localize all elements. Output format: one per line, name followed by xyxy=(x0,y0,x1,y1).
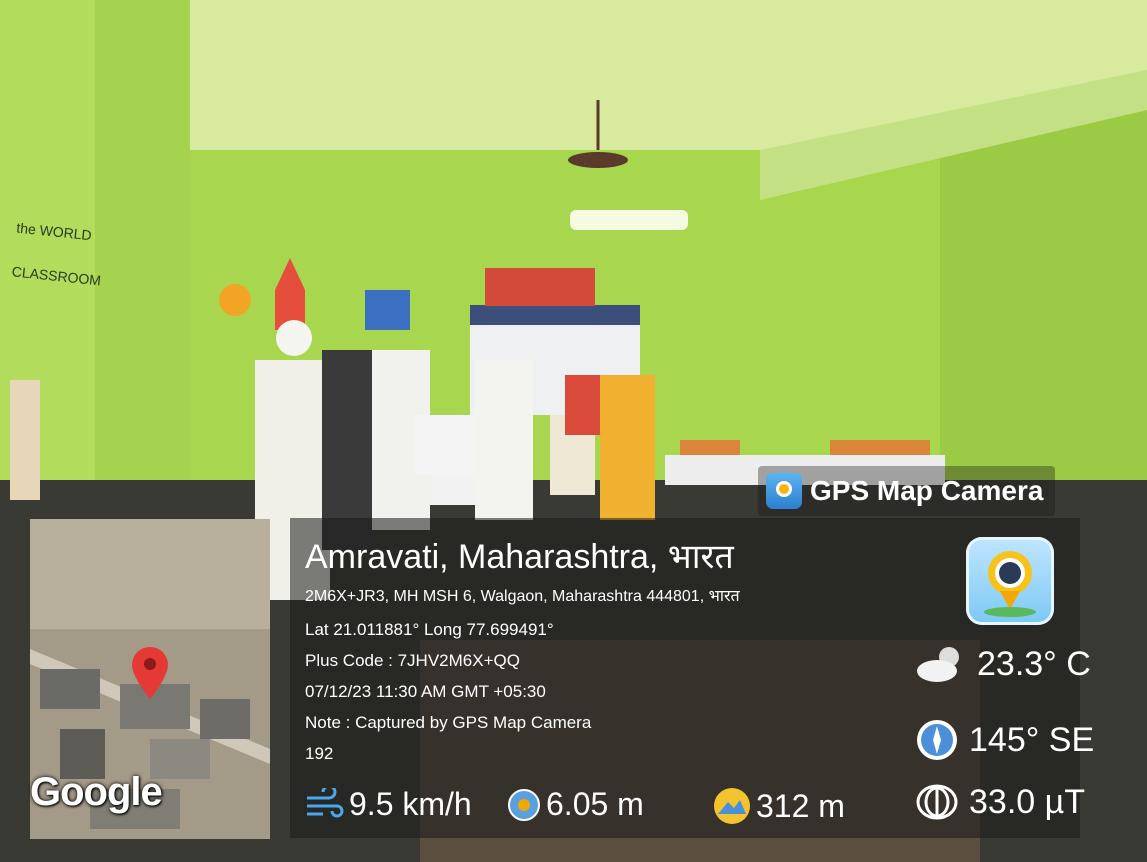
gps-camera-icon xyxy=(766,473,802,509)
target-icon xyxy=(508,788,540,821)
brand-label: GPS Map Camera xyxy=(810,475,1044,506)
compass-value: 145° SE xyxy=(969,720,1095,759)
wind-icon xyxy=(307,787,344,817)
plus-code: Plus Code : 7JHV2M6X+QQ xyxy=(305,651,520,670)
note: Note : Captured by GPS Map Camera xyxy=(305,713,592,732)
cloud-sun-icon xyxy=(917,647,959,682)
temperature-metric: 23.3° C xyxy=(915,643,1091,685)
date-time: 07/12/23 11:30 AM GMT +05:30 xyxy=(305,682,546,701)
wind-value: 9.5 km/h xyxy=(349,786,472,822)
accuracy-metric: 6.05 m xyxy=(506,786,644,823)
location-title: Amravati, Maharashtra, भारत xyxy=(305,538,734,576)
wall-text: the WORLD CLASSROOM xyxy=(10,206,108,303)
altitude-value: 312 m xyxy=(756,787,845,824)
location-address: 2M6X+JR3, MH MSH 6, Walgaon, Maharashtra… xyxy=(305,588,740,605)
compass-metric: 145° SE xyxy=(915,718,1094,762)
accuracy-value: 6.05 m xyxy=(546,786,644,822)
map-provider-label: Google xyxy=(30,770,163,814)
coordinates: Lat 21.011881° Long 77.699491° xyxy=(305,620,554,639)
altitude-icon xyxy=(714,788,750,824)
altitude-metric: 312 m xyxy=(712,786,845,826)
sequence-number: 192 xyxy=(305,744,334,763)
app-brand: GPS Map Camera xyxy=(758,466,1056,516)
compass-icon xyxy=(917,720,957,760)
temperature-value: 23.3° C xyxy=(977,644,1091,683)
gps-map-camera-app-icon xyxy=(966,537,1054,625)
magnetic-value: 33.0 µT xyxy=(969,782,1085,821)
wall-text-line2: CLASSROOM xyxy=(11,263,102,289)
wind-metric: 9.5 km/h xyxy=(305,786,472,823)
magnet-icon xyxy=(916,784,958,820)
magnetic-metric: 33.0 µT xyxy=(915,782,1085,822)
